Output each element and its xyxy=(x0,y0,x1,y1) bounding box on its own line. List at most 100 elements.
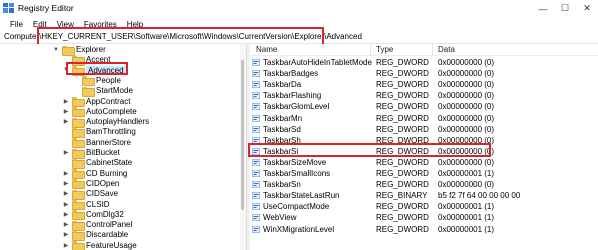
value-type: REG_DWORD xyxy=(376,102,429,112)
value-row[interactable]: TaskbarFlashing REG_DWORD 0x00000000 (0) xyxy=(250,90,598,101)
folder-icon xyxy=(82,76,95,87)
column-header-data[interactable]: Data xyxy=(438,45,455,54)
tree-item-label: ControlPanel xyxy=(86,220,133,230)
value-type: REG_DWORD xyxy=(376,180,429,190)
tree-scrollbar-thumb[interactable] xyxy=(241,60,244,210)
value-name: TaskbarSizeMove xyxy=(263,157,327,167)
value-data: 0x00000001 (1) xyxy=(438,202,495,212)
value-data: 0x00000001 (1) xyxy=(438,224,495,234)
tree-item-label: CIDSave xyxy=(86,189,119,199)
tree-item-label: ComDlg32 xyxy=(86,209,124,219)
value-row[interactable]: WebView REG_DWORD 0x00000001 (1) xyxy=(250,212,598,223)
value-row[interactable]: TaskbarDa REG_DWORD 0x00000000 (0) xyxy=(250,79,598,90)
value-type: REG_DWORD xyxy=(376,58,429,67)
dword-value-icon xyxy=(252,203,260,211)
column-divider[interactable] xyxy=(432,44,433,56)
menu-file[interactable]: File xyxy=(5,20,28,29)
folder-icon xyxy=(72,158,85,169)
tree-item-label: CLSID xyxy=(86,199,110,209)
value-type: REG_DWORD xyxy=(376,213,429,223)
value-type: REG_DWORD xyxy=(376,113,429,123)
value-data: 0x00000000 (0) xyxy=(438,180,495,190)
tree-item-label: CD Burning xyxy=(86,168,128,178)
value-data: 0x00000000 (0) xyxy=(438,80,495,90)
tree-item-label: BamThrottling xyxy=(86,127,136,137)
value-row[interactable]: TaskbarSn REG_DWORD 0x00000000 (0) xyxy=(250,179,598,190)
value-row[interactable]: TaskbarSmallIcons REG_DWORD 0x00000001 (1) xyxy=(250,168,598,179)
tree-item-label: Discardable xyxy=(86,230,129,240)
dword-value-icon xyxy=(252,70,260,78)
close-button[interactable]: ✕ xyxy=(576,0,598,17)
value-data: 0x00000000 (0) xyxy=(438,91,495,101)
tree-item-label: BannerStore xyxy=(86,137,131,147)
advanced-key-highlight-box xyxy=(66,62,128,75)
chevron-right-icon[interactable]: ▶ xyxy=(62,240,70,250)
value-row[interactable]: UseCompactMode REG_DWORD 0x00000001 (1) xyxy=(250,201,598,212)
value-name: TaskbarGlomLevel xyxy=(263,102,330,112)
value-data: 0x00000000 (0) xyxy=(438,124,495,134)
folder-icon xyxy=(72,107,85,118)
folder-icon xyxy=(72,117,85,128)
dword-value-icon xyxy=(252,214,260,222)
dword-value-icon xyxy=(252,81,260,89)
value-row[interactable]: TaskbarMn REG_DWORD 0x00000000 (0) xyxy=(250,113,598,124)
column-divider[interactable] xyxy=(370,44,371,56)
value-type: REG_BINARY xyxy=(376,191,428,201)
folder-icon xyxy=(72,230,85,241)
tree-item-label: StartMode xyxy=(96,86,133,96)
tree-item-label: AutoComplete xyxy=(86,106,137,116)
value-type: REG_DWORD xyxy=(376,80,429,90)
value-data: 0x00000000 (0) xyxy=(438,102,495,112)
tree-item[interactable]: ▶ FeatureUsage xyxy=(0,240,240,250)
value-type: REG_DWORD xyxy=(376,91,429,101)
folder-icon xyxy=(82,86,95,97)
tree-item-label: AppContract xyxy=(86,96,131,106)
value-type: REG_DWORD xyxy=(376,202,429,212)
column-header-name[interactable]: Name xyxy=(256,45,277,54)
value-data: b5 f2 7f 64 00 00 00 00 xyxy=(438,191,521,201)
tree-item-label: FeatureUsage xyxy=(86,240,137,250)
maximize-button[interactable]: ☐ xyxy=(554,0,576,17)
folder-icon xyxy=(72,127,85,138)
tree-item-label: CIDOpen xyxy=(86,178,120,188)
value-data: 0x00000000 (0) xyxy=(438,58,495,67)
value-name: TaskbarStateLastRun xyxy=(263,191,340,201)
dword-value-icon xyxy=(252,59,260,66)
value-data: 0x00000000 (0) xyxy=(438,157,495,167)
value-row[interactable]: TaskbarStateLastRun REG_BINARY b5 f2 7f 64… xyxy=(250,190,598,201)
tree-item-label: AutoplayHandlers xyxy=(86,117,150,127)
value-row[interactable]: TaskbarAutoHideInTabletMode REG_DWORD 0x00… xyxy=(250,57,598,68)
value-name: TaskbarSmallIcons xyxy=(263,169,331,178)
dword-value-icon xyxy=(252,103,260,111)
value-row[interactable]: WinXMigrationLevel REG_DWORD 0x00000001 (1… xyxy=(250,224,598,235)
value-name: UseCompactMode xyxy=(263,202,330,212)
folder-icon xyxy=(72,241,85,250)
list-header: Name Type Data xyxy=(250,44,598,56)
value-data: 0x00000001 (1) xyxy=(438,169,495,178)
column-header-type[interactable]: Type xyxy=(376,45,393,54)
dword-value-icon xyxy=(252,181,260,189)
tree-item-label: CabinetState xyxy=(86,158,133,168)
value-type: REG_DWORD xyxy=(376,169,429,178)
value-row[interactable]: TaskbarSd REG_DWORD 0x00000000 (0) xyxy=(250,124,598,135)
folder-icon xyxy=(72,200,85,210)
value-name: WinXMigrationLevel xyxy=(263,224,335,234)
value-row[interactable]: TaskbarSizeMove REG_DWORD 0x00000000 (0) xyxy=(250,157,598,168)
tree-item-label: People xyxy=(96,75,121,85)
value-type: REG_DWORD xyxy=(376,124,429,134)
dword-value-icon xyxy=(252,125,260,133)
dword-value-icon xyxy=(252,92,260,100)
value-name: TaskbarMn xyxy=(263,113,303,123)
value-row[interactable]: TaskbarGlomLevel REG_DWORD 0x00000000 (0) xyxy=(250,101,598,112)
minimize-button[interactable]: — xyxy=(532,0,554,17)
value-name: TaskbarSd xyxy=(263,124,301,134)
value-name: TaskbarDa xyxy=(263,80,302,90)
value-name: WebView xyxy=(263,213,297,223)
folder-icon xyxy=(72,220,85,231)
window-title: Registry Editor xyxy=(18,3,74,13)
tree-item-label: Explorer xyxy=(76,45,106,54)
value-name: TaskbarBadges xyxy=(263,69,319,79)
tree-item-label: BitBucket xyxy=(86,148,120,157)
value-row[interactable]: TaskbarBadges REG_DWORD 0x00000000 (0) xyxy=(250,68,598,79)
title-bar: Registry Editor — ☐ ✕ xyxy=(0,0,598,17)
